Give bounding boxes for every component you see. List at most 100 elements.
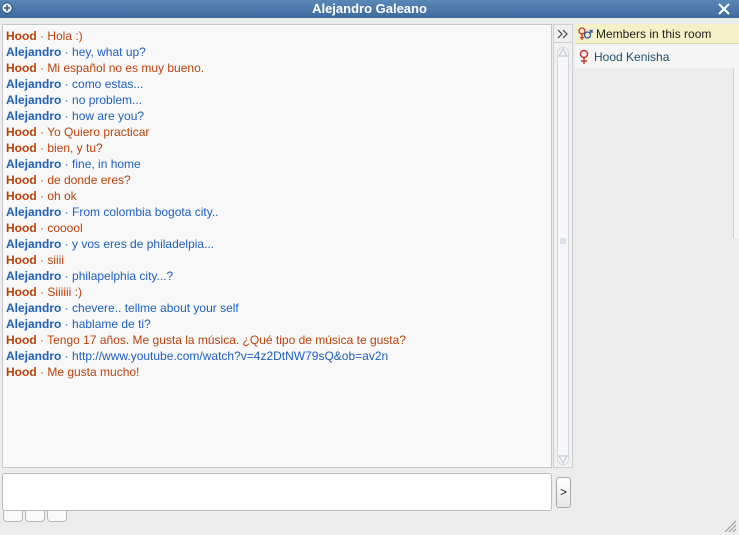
message-text: Siiiiii :) (47, 285, 82, 299)
message-sender: Hood (6, 61, 37, 75)
message-sender: Alejandro (6, 269, 62, 283)
chat-message: Hood · Tengo 17 años. Me gusta la música… (6, 332, 548, 348)
tab-2[interactable] (25, 511, 45, 522)
chat-message: Alejandro · y vos eres de philadelpia... (6, 236, 548, 252)
members-panel: Members in this room Hood Kenisha (575, 24, 739, 68)
message-sender: Hood (6, 173, 37, 187)
message-separator: · (36, 365, 48, 379)
message-text: y vos eres de philadelpia... (72, 237, 215, 251)
toggle-members-button[interactable] (554, 25, 572, 43)
scroll-track[interactable] (557, 47, 569, 465)
plus-circle-icon[interactable] (1, 2, 13, 14)
chat-message: Alejandro · how are you? (6, 108, 548, 124)
message-separator: · (61, 77, 73, 91)
chat-message: Hood · oh ok (6, 188, 548, 204)
message-text: bien, y tu? (47, 141, 103, 155)
message-sender: Hood (6, 285, 37, 299)
chat-message: Hood · siiii (6, 252, 548, 268)
scroll-grip-icon[interactable] (559, 236, 567, 246)
message-sender: Alejandro (6, 317, 62, 331)
message-text: From colombia bogota city.. (72, 205, 219, 219)
chat-message: Alejandro · hablame de ti? (6, 316, 548, 332)
message-text: how are you? (72, 109, 145, 123)
chat-message: Alejandro · From colombia bogota city.. (6, 204, 548, 220)
chat-message: Hood · Siiiiii :) (6, 284, 548, 300)
tab-3[interactable] (47, 511, 67, 522)
chat-message: Alejandro · fine, in home (6, 156, 548, 172)
message-sender: Alejandro (6, 93, 62, 107)
resize-grip-icon[interactable] (723, 519, 737, 533)
message-text: Me gusta mucho! (47, 365, 140, 379)
message-sender: Hood (6, 125, 37, 139)
message-input[interactable] (2, 473, 552, 511)
chat-message: Alejandro · hey, what up? (6, 44, 548, 60)
message-sender: Hood (6, 253, 37, 267)
message-sender: Alejandro (6, 349, 62, 363)
close-icon[interactable] (717, 2, 731, 16)
message-separator: · (36, 125, 48, 139)
scroll-up-icon[interactable] (558, 48, 568, 58)
message-separator: · (36, 253, 48, 267)
members-header-label: Members in this room (596, 27, 712, 41)
member-item[interactable]: Hood Kenisha (575, 46, 739, 68)
window-title: Alejandro Galeano (312, 1, 427, 16)
message-text: Yo Quiero practicar (47, 125, 150, 139)
message-separator: · (61, 109, 73, 123)
chat-message: Hood · Mi español no es muy bueno. (6, 60, 548, 76)
chat-message: Hood · bien, y tu? (6, 140, 548, 156)
message-separator: · (36, 61, 48, 75)
message-sender: Hood (6, 365, 37, 379)
chat-message: Hood · cooool (6, 220, 548, 236)
message-text: Hola :) (47, 29, 83, 43)
message-text: Mi español no es muy bueno. (47, 61, 205, 75)
message-text: fine, in home (72, 157, 141, 171)
message-separator: · (61, 269, 73, 283)
message-text: siiii (47, 253, 64, 267)
message-separator: · (36, 189, 48, 203)
message-sender: Alejandro (6, 109, 62, 123)
message-separator: · (61, 349, 73, 363)
members-header: Members in this room (575, 24, 739, 44)
chat-log: Hood · Hola :) Alejandro · hey, what up? H… (2, 24, 552, 468)
message-sender: Hood (6, 221, 37, 235)
title-bar: Alejandro Galeano (0, 0, 739, 18)
chat-message: Alejandro · philapelphia city...? (6, 268, 548, 284)
message-sender: Hood (6, 141, 37, 155)
send-button[interactable]: > (556, 477, 571, 508)
double-chevron-right-icon (557, 29, 568, 39)
message-sender: Alejandro (6, 205, 62, 219)
message-text: chevere.. tellme about your self (72, 301, 239, 315)
female-icon (579, 49, 589, 64)
gender-pair-icon (578, 27, 593, 40)
message-text: hey, what up? (72, 45, 146, 59)
chat-message: Hood · de donde eres? (6, 172, 548, 188)
message-separator: · (36, 141, 48, 155)
message-separator: · (36, 221, 48, 235)
message-sender: Hood (6, 189, 37, 203)
message-text[interactable]: http://www.youtube.com/watch?v=4z2DtNW79… (72, 349, 388, 363)
message-sender: Alejandro (6, 237, 62, 251)
scroll-down-icon[interactable] (558, 454, 568, 464)
message-text: como estas... (72, 77, 144, 91)
message-text: Tengo 17 años. Me gusta la música. ¿Qué … (47, 333, 406, 347)
message-text: oh ok (47, 189, 77, 203)
message-separator: · (36, 173, 48, 187)
message-text: cooool (47, 221, 83, 235)
message-separator: · (36, 29, 48, 43)
message-text: de donde eres? (47, 173, 131, 187)
chat-scrollbar[interactable] (553, 24, 573, 468)
message-sender: Alejandro (6, 301, 62, 315)
message-separator: · (61, 317, 73, 331)
message-separator: · (36, 285, 48, 299)
message-sender: Alejandro (6, 157, 62, 171)
message-separator: · (61, 237, 73, 251)
tab-1[interactable] (3, 511, 23, 522)
chat-message: Alejandro · no problem... (6, 92, 548, 108)
chat-message: Hood · Yo Quiero practicar (6, 124, 548, 140)
member-name: Hood Kenisha (594, 50, 670, 64)
message-text: philapelphia city...? (72, 269, 174, 283)
message-separator: · (61, 157, 73, 171)
chat-message: Alejandro · chevere.. tellme about your … (6, 300, 548, 316)
panel-edge (733, 68, 739, 238)
message-separator: · (61, 93, 73, 107)
